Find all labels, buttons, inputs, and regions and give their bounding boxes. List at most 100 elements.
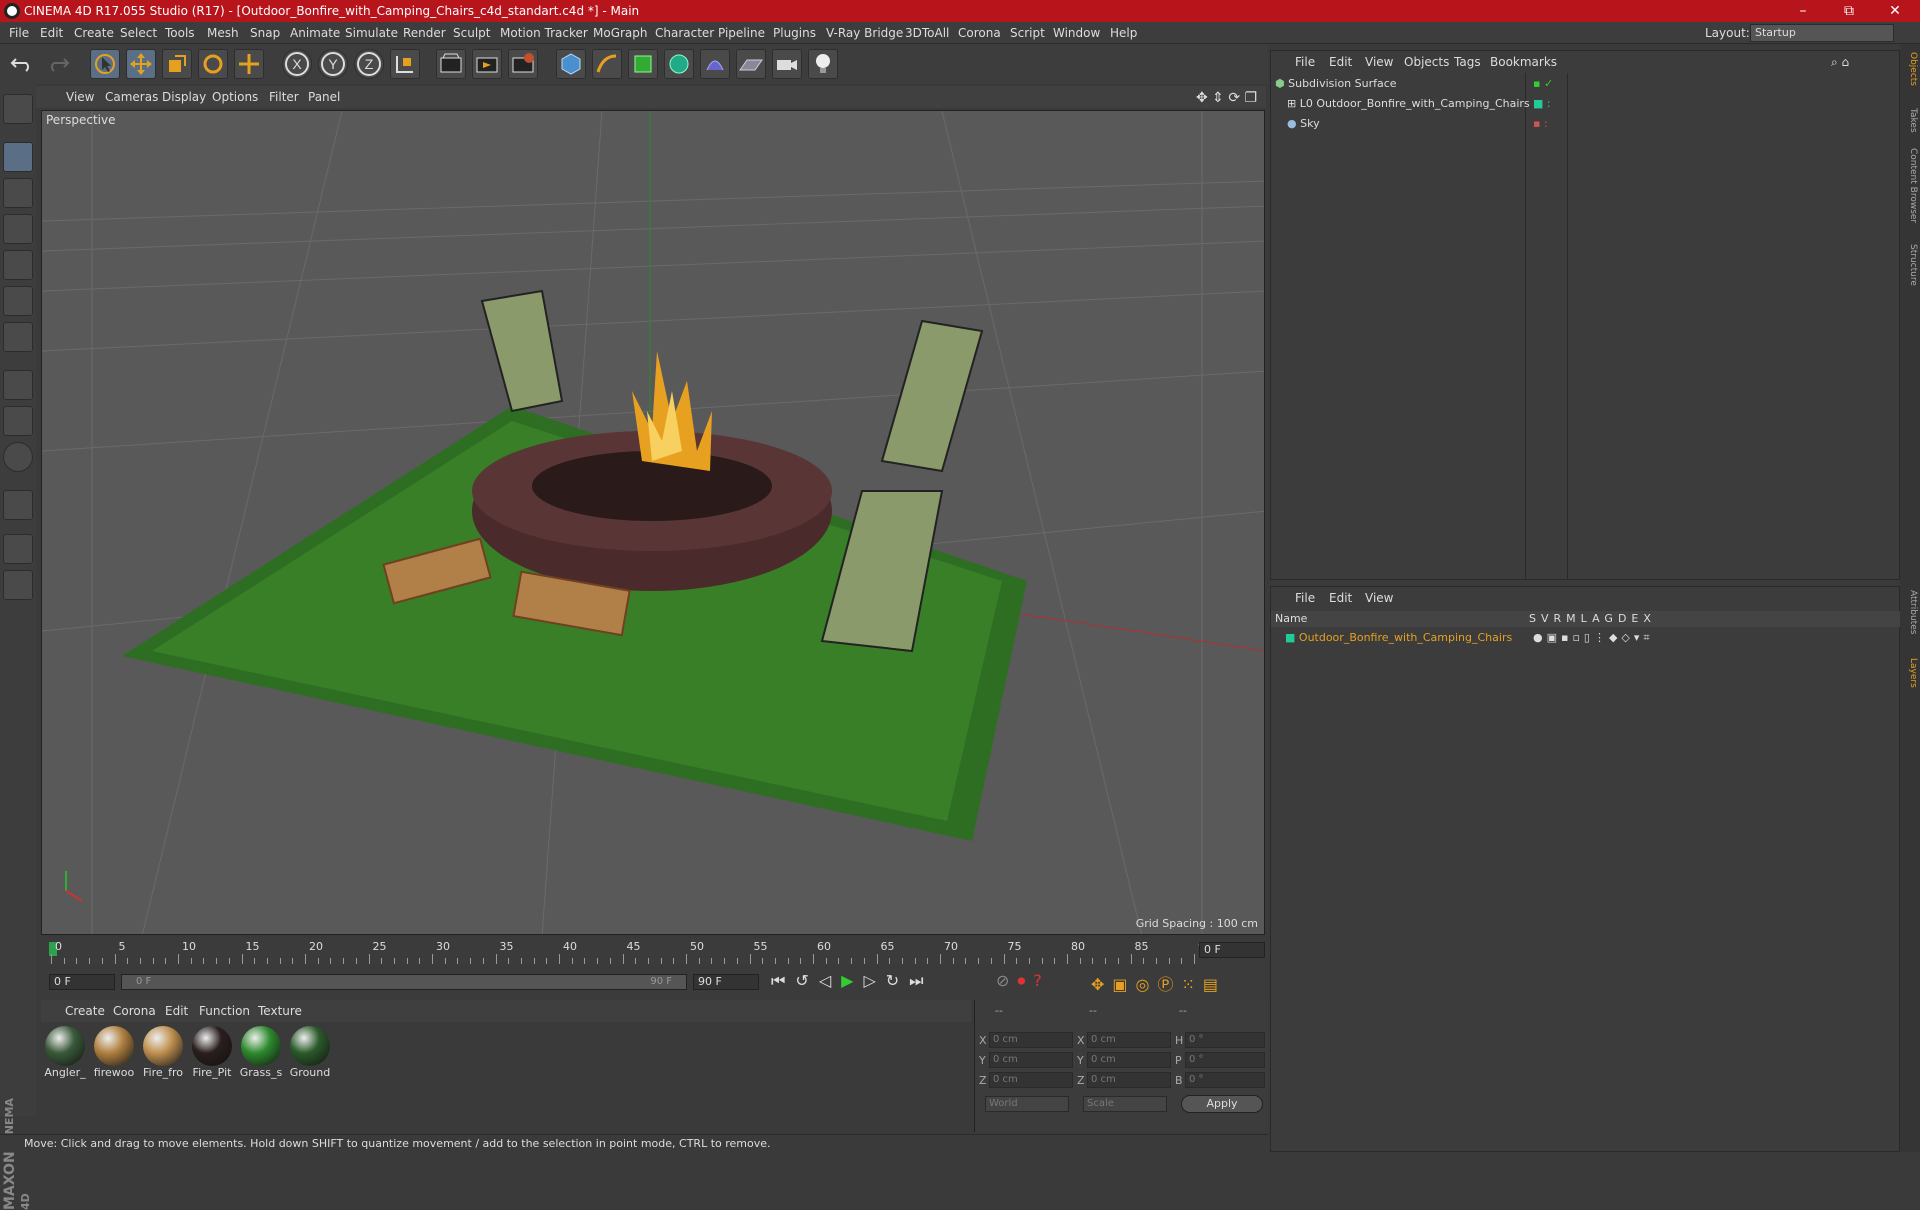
rotation-p-field[interactable]: 0 °: [1185, 1052, 1265, 1068]
next-key-icon[interactable]: ↻: [886, 971, 909, 990]
end-frame-field[interactable]: 90 F: [693, 974, 759, 990]
timeline-window-icon[interactable]: ▤: [1203, 975, 1226, 994]
z-axis-lock-icon[interactable]: Z: [354, 49, 384, 79]
coordinate-space-dropdown[interactable]: World: [985, 1096, 1069, 1112]
menu-snap[interactable]: Snap: [250, 26, 280, 40]
tab-attributes[interactable]: Attributes: [1902, 590, 1918, 634]
minimize-button[interactable]: –: [1780, 0, 1826, 22]
model-mode-icon[interactable]: [3, 142, 33, 172]
start-frame-field[interactable]: 0 F: [49, 974, 115, 990]
undo-icon[interactable]: [8, 49, 38, 79]
material-menu-function[interactable]: Function: [199, 1004, 250, 1018]
size-y-field[interactable]: 0 cm: [1087, 1052, 1171, 1068]
tab-structure[interactable]: Structure: [1902, 244, 1918, 286]
object-row[interactable]: ● Sky ▪ :: [1275, 115, 1895, 133]
menu-sculpt[interactable]: Sculpt: [453, 26, 490, 40]
layers-menu-file[interactable]: File: [1295, 591, 1315, 605]
size-z-field[interactable]: 0 cm: [1087, 1072, 1171, 1088]
material-menu-texture[interactable]: Texture: [258, 1004, 302, 1018]
objects-menu-bookmarks[interactable]: Bookmarks: [1490, 55, 1557, 69]
workplane-mode-icon[interactable]: [3, 214, 33, 244]
viewport-menu-view[interactable]: View: [66, 90, 94, 104]
scale-tool-icon[interactable]: [162, 49, 192, 79]
tab-layers[interactable]: Layers: [1902, 658, 1918, 688]
y-axis-lock-icon[interactable]: Y: [318, 49, 348, 79]
menu-help[interactable]: Help: [1110, 26, 1137, 40]
menu-corona[interactable]: Corona: [958, 26, 1001, 40]
material-menu-corona[interactable]: Corona: [113, 1004, 156, 1018]
menu-3dtoall[interactable]: 3DToAll: [905, 26, 949, 40]
key-pla-icon[interactable]: ⁙: [1182, 975, 1203, 994]
size-mode-dropdown[interactable]: Scale: [1083, 1096, 1167, 1112]
size-x-field[interactable]: 0 cm: [1087, 1032, 1171, 1048]
render-view-icon[interactable]: [436, 49, 466, 79]
layer-flags-icons[interactable]: ●▣▪▫▯⋮◆◇▾⌗: [1533, 629, 1654, 647]
motion-record-icon[interactable]: ⊘: [996, 971, 1017, 990]
perspective-viewport[interactable]: Perspective Grid Spacing : 100 cm: [41, 110, 1265, 935]
move-tool-icon[interactable]: [126, 49, 156, 79]
timeline-ruler[interactable]: 051015202530354045505560657075808590 0 F: [41, 938, 1267, 966]
material-menu-edit[interactable]: Edit: [165, 1004, 188, 1018]
menu-simulate[interactable]: Simulate: [345, 26, 398, 40]
position-y-field[interactable]: 0 cm: [989, 1052, 1073, 1068]
objects-menu-view[interactable]: View: [1365, 55, 1393, 69]
polygons-mode-icon[interactable]: [3, 322, 33, 352]
texture-mode-icon[interactable]: [3, 178, 33, 208]
render-picture-viewer-icon[interactable]: [472, 49, 502, 79]
menu-tools[interactable]: Tools: [165, 26, 195, 40]
menu-mograph[interactable]: MoGraph: [593, 26, 648, 40]
menu-render[interactable]: Render: [403, 26, 446, 40]
snapping-icon[interactable]: [3, 490, 33, 520]
deformer-icon[interactable]: [700, 49, 730, 79]
material-swatch[interactable]: Ground: [288, 1026, 332, 1082]
go-to-start-icon[interactable]: ⏮: [771, 971, 795, 990]
tab-objects[interactable]: Objects: [1902, 52, 1918, 86]
floor-scene-icon[interactable]: [736, 49, 766, 79]
key-rotation-icon[interactable]: ◎: [1136, 975, 1158, 994]
light-icon[interactable]: [808, 49, 838, 79]
tab-content-browser[interactable]: Content Browser: [1902, 148, 1918, 223]
solo-mode-icon[interactable]: [3, 442, 33, 472]
menu-vray-bridge[interactable]: V-Ray Bridge: [826, 26, 903, 40]
viewport-nav-icon[interactable]: ✥ ⇕ ⟳ ❐: [1196, 90, 1257, 106]
key-position-icon[interactable]: ✥: [1091, 975, 1112, 994]
menu-file[interactable]: File: [9, 26, 29, 40]
position-x-field[interactable]: 0 cm: [989, 1032, 1073, 1048]
menu-animate[interactable]: Animate: [290, 26, 340, 40]
key-param-icon[interactable]: Ⓟ: [1158, 975, 1182, 994]
maximize-button[interactable]: ⧉: [1826, 0, 1872, 22]
edges-mode-icon[interactable]: [3, 286, 33, 316]
menu-create[interactable]: Create: [74, 26, 114, 40]
layout-dropdown[interactable]: Startup: [1750, 24, 1894, 42]
tab-takes[interactable]: Takes: [1902, 108, 1918, 133]
array-cloner-icon[interactable]: [664, 49, 694, 79]
tweak-mode-icon[interactable]: [3, 406, 33, 436]
menu-plugins[interactable]: Plugins: [773, 26, 816, 40]
position-z-field[interactable]: 0 cm: [989, 1072, 1073, 1088]
live-selection-icon[interactable]: [234, 49, 264, 79]
cube-primitive-icon[interactable]: [556, 49, 586, 79]
material-swatch[interactable]: firewoo: [92, 1026, 136, 1082]
apply-button[interactable]: Apply: [1181, 1095, 1263, 1113]
menu-character[interactable]: Character: [655, 26, 714, 40]
material-swatch[interactable]: Fire_fro: [141, 1026, 185, 1082]
coordinate-system-icon[interactable]: [390, 49, 420, 79]
rotation-b-field[interactable]: 0 °: [1185, 1072, 1265, 1088]
objects-menu-file[interactable]: File: [1295, 55, 1315, 69]
autokey-icon[interactable]: ?: [1033, 971, 1050, 990]
visibility-dot-icon[interactable]: ▪ :: [1533, 115, 1548, 133]
redo-icon[interactable]: [44, 49, 74, 79]
render-settings-icon[interactable]: [508, 49, 538, 79]
object-row[interactable]: ⬢ Subdivision Surface ▪ ✓: [1275, 75, 1895, 93]
menu-script[interactable]: Script: [1010, 26, 1045, 40]
frame-range-slider[interactable]: 0 F 90 F: [121, 974, 687, 990]
menu-motion-tracker[interactable]: Motion Tracker: [500, 26, 588, 40]
menu-edit[interactable]: Edit: [40, 26, 63, 40]
viewport-menu-cameras[interactable]: Cameras: [105, 90, 158, 104]
objects-menu-tags[interactable]: Tags: [1454, 55, 1481, 69]
material-swatch[interactable]: Grass_s: [239, 1026, 283, 1082]
select-tool-icon[interactable]: [90, 49, 120, 79]
points-mode-icon[interactable]: [3, 250, 33, 280]
camera-icon[interactable]: [772, 49, 802, 79]
visibility-check-icon[interactable]: ▪ ✓: [1533, 75, 1553, 93]
